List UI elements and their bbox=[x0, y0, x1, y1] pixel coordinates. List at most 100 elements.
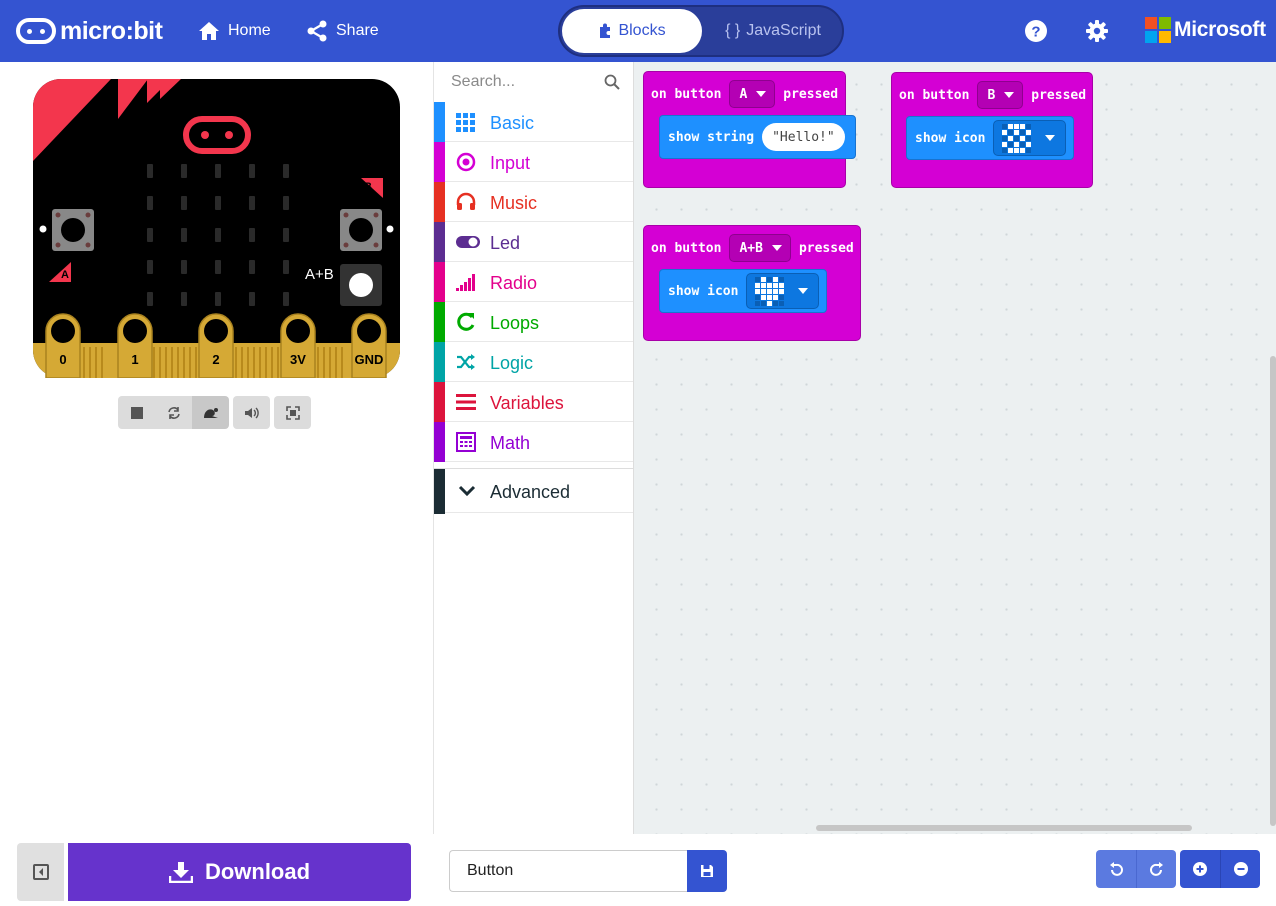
category-music[interactable]: Music bbox=[434, 182, 633, 222]
pin-2[interactable]: 2 bbox=[198, 313, 234, 378]
brand-name: micro:bit bbox=[60, 16, 163, 45]
shuffle-icon bbox=[457, 354, 475, 370]
home-label: Home bbox=[228, 22, 271, 39]
microsoft-logo[interactable]: Microsoft bbox=[1145, 17, 1266, 43]
statement-label: show icon bbox=[668, 283, 739, 299]
button-dropdown[interactable]: A bbox=[729, 80, 776, 108]
icon-dropdown[interactable] bbox=[746, 273, 820, 309]
workspace-horizontal-scrollbar[interactable] bbox=[816, 825, 1192, 831]
pin-3v[interactable]: 3V bbox=[280, 313, 316, 378]
microbit-logo[interactable]: micro:bit bbox=[16, 15, 163, 47]
button-b[interactable] bbox=[340, 209, 382, 251]
icon-dropdown[interactable] bbox=[993, 120, 1067, 156]
redo-icon bbox=[1149, 862, 1163, 876]
pin-0[interactable]: 0 bbox=[45, 313, 81, 378]
event-prefix: on button bbox=[651, 86, 722, 102]
button-dropdown[interactable]: A+B bbox=[729, 234, 791, 262]
dropdown-arrow-icon bbox=[756, 91, 767, 97]
show-icon-block[interactable]: show icon bbox=[659, 269, 827, 313]
redo-button[interactable] bbox=[1136, 850, 1176, 888]
category-advanced[interactable]: Advanced bbox=[434, 468, 633, 514]
on-button-ab-pressed-block[interactable]: on button A+B pressed show icon bbox=[643, 225, 861, 341]
category-label: Math bbox=[490, 433, 531, 453]
zoom-in-button[interactable] bbox=[1180, 850, 1220, 888]
dropdown-value: A bbox=[739, 86, 748, 102]
stop-icon bbox=[130, 406, 143, 419]
event-suffix: pressed bbox=[783, 86, 839, 102]
gear-icon[interactable] bbox=[1085, 19, 1109, 43]
undo-button[interactable] bbox=[1096, 850, 1136, 888]
share-icon bbox=[307, 20, 327, 42]
show-icon-block[interactable]: show icon bbox=[906, 116, 1074, 160]
collapse-left-icon bbox=[32, 864, 49, 880]
pin-label: 0 bbox=[59, 352, 66, 367]
heart-icon bbox=[755, 276, 785, 306]
pin-label: GND bbox=[355, 352, 384, 367]
tab-blocks-label: Blocks bbox=[618, 22, 666, 39]
fullscreen-button[interactable] bbox=[274, 396, 311, 429]
category-input[interactable]: Input bbox=[434, 142, 633, 182]
save-icon bbox=[701, 865, 713, 877]
braces-icon: { } bbox=[725, 22, 741, 39]
show-string-block[interactable]: show string "Hello!" bbox=[659, 115, 856, 159]
search-icon[interactable] bbox=[604, 74, 620, 90]
microsoft-label: Microsoft bbox=[1174, 18, 1266, 41]
slow-motion-button[interactable] bbox=[192, 396, 229, 429]
download-button[interactable]: Download bbox=[68, 843, 411, 901]
undo-icon bbox=[1110, 862, 1123, 876]
category-basic[interactable]: Basic bbox=[434, 102, 633, 142]
tab-javascript[interactable]: { } JavaScript bbox=[706, 9, 840, 53]
category-loops[interactable]: Loops bbox=[434, 302, 633, 342]
statement-label: show icon bbox=[915, 130, 986, 146]
event-prefix: on button bbox=[651, 240, 722, 256]
home-button[interactable]: Home bbox=[198, 18, 271, 44]
restart-icon bbox=[167, 406, 180, 419]
simulator-panel: A B A+B 0 1 2 3V GND bbox=[0, 62, 434, 834]
collapse-simulator-button[interactable] bbox=[17, 843, 64, 901]
mute-button[interactable] bbox=[233, 396, 270, 429]
save-button[interactable] bbox=[687, 850, 727, 892]
button-ab[interactable] bbox=[340, 264, 382, 306]
string-value-field[interactable]: "Hello!" bbox=[762, 123, 845, 151]
project-name-input[interactable] bbox=[449, 850, 688, 892]
workspace-vertical-scrollbar[interactable] bbox=[1270, 356, 1276, 826]
category-math[interactable]: Math bbox=[434, 422, 633, 462]
category-variables[interactable]: Variables bbox=[434, 382, 633, 422]
tab-javascript-label: JavaScript bbox=[746, 22, 821, 39]
category-label: Advanced bbox=[490, 482, 571, 502]
stop-button[interactable] bbox=[118, 396, 155, 429]
block-toolbox: Basic Input Music Led Radio Loops Logic … bbox=[434, 62, 634, 834]
headphones-icon bbox=[456, 192, 476, 210]
grid-icon bbox=[456, 113, 475, 132]
help-icon[interactable]: ? bbox=[1024, 19, 1048, 43]
dropdown-arrow-icon bbox=[1004, 92, 1015, 98]
category-label: Led bbox=[490, 233, 521, 253]
calculator-icon bbox=[456, 432, 476, 452]
on-button-a-pressed-block[interactable]: on button A pressed show string "Hello!" bbox=[643, 71, 856, 188]
restart-button[interactable] bbox=[155, 396, 192, 429]
category-radio[interactable]: Radio bbox=[434, 262, 633, 302]
blocks-workspace[interactable]: on button A pressed show string "Hello!"… bbox=[634, 62, 1276, 834]
download-icon bbox=[168, 862, 193, 883]
microsoft-squares-icon bbox=[1145, 17, 1171, 43]
category-label: Logic bbox=[490, 353, 534, 373]
category-logic[interactable]: Logic bbox=[434, 342, 633, 382]
share-button[interactable]: Share bbox=[306, 18, 379, 44]
dropdown-arrow-icon bbox=[1045, 135, 1056, 141]
button-a[interactable] bbox=[52, 209, 94, 251]
mute-icon bbox=[244, 407, 259, 418]
button-ab-label: A+B bbox=[305, 266, 334, 283]
category-led[interactable]: Led bbox=[434, 222, 633, 262]
target-icon bbox=[456, 152, 476, 172]
dropdown-arrow-icon bbox=[798, 288, 809, 294]
category-label: Input bbox=[490, 153, 531, 173]
dropdown-value: B bbox=[987, 87, 996, 103]
tab-blocks[interactable]: Blocks bbox=[562, 9, 702, 53]
zoom-out-button[interactable] bbox=[1220, 850, 1260, 888]
on-button-b-pressed-block[interactable]: on button B pressed show icon bbox=[891, 72, 1093, 188]
pin-gnd[interactable]: GND bbox=[351, 313, 387, 378]
pin-label: 3V bbox=[290, 352, 306, 367]
pin-1[interactable]: 1 bbox=[117, 313, 153, 378]
toggle-icon bbox=[456, 236, 480, 248]
button-dropdown[interactable]: B bbox=[977, 81, 1024, 109]
